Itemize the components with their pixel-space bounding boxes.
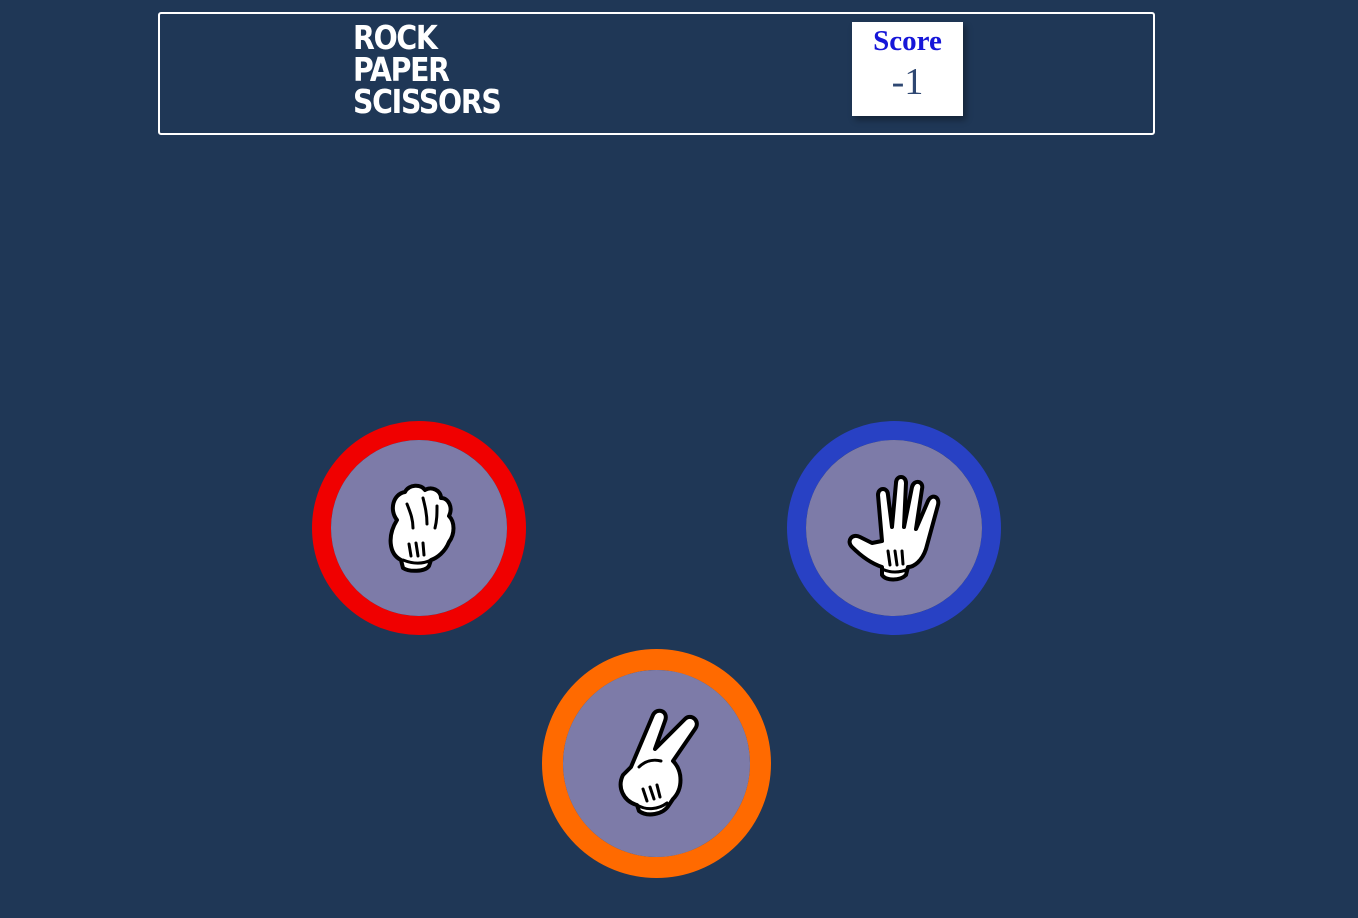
score-box: Score -1 bbox=[852, 22, 963, 116]
scissors-button[interactable] bbox=[542, 649, 771, 878]
rock-button-face[interactable] bbox=[331, 440, 507, 616]
rock-fist-icon bbox=[388, 483, 456, 573]
paper-button-face[interactable] bbox=[806, 440, 982, 616]
rock-button[interactable] bbox=[312, 421, 526, 635]
header: ROCK PAPER SCISSORS Score -1 bbox=[158, 12, 1155, 135]
paper-button[interactable] bbox=[787, 421, 1001, 635]
scissors-hand-icon bbox=[618, 708, 699, 816]
title-line-scissors: SCISSORS bbox=[353, 82, 502, 121]
game-title: ROCK PAPER SCISSORS bbox=[353, 21, 502, 121]
score-value: -1 bbox=[891, 61, 924, 103]
paper-hand-icon bbox=[847, 475, 941, 582]
game-page: ROCK PAPER SCISSORS Score -1 bbox=[0, 0, 1358, 918]
scissors-button-face[interactable] bbox=[563, 670, 750, 857]
score-label: Score bbox=[873, 25, 942, 57]
